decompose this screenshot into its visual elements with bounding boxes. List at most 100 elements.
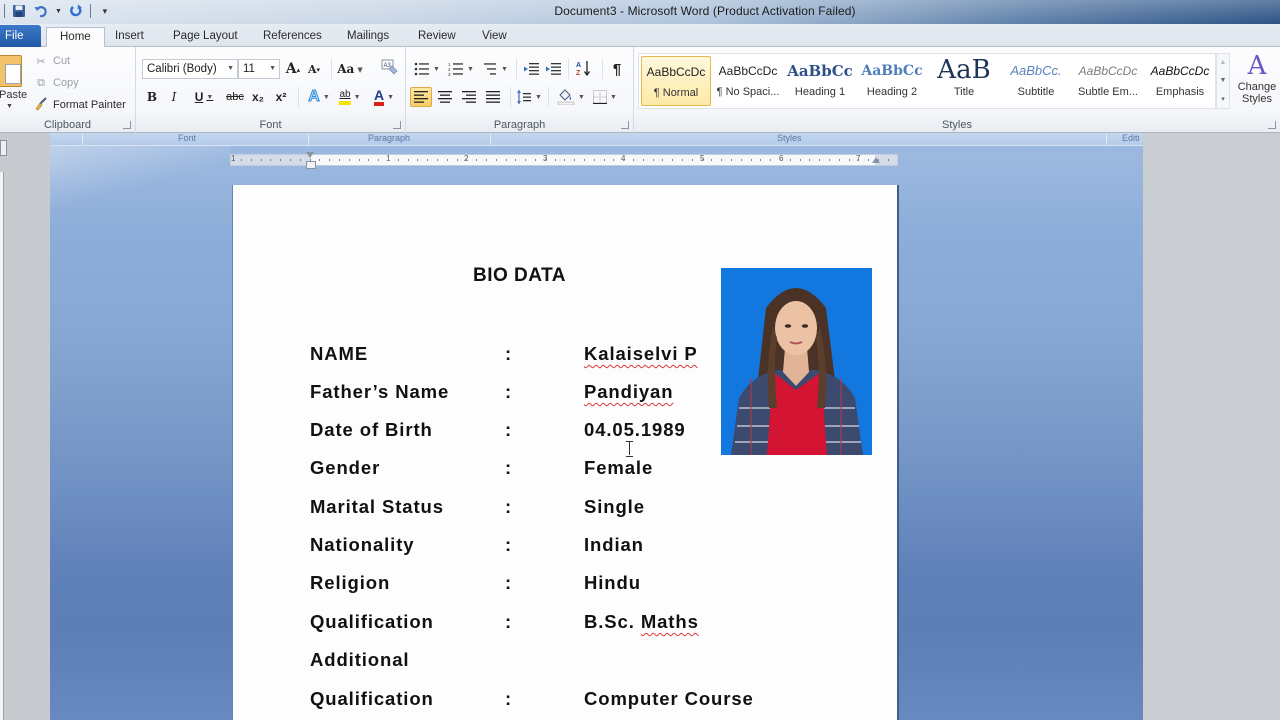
ruler-tick <box>868 159 870 161</box>
tab-file[interactable]: File <box>0 25 41 47</box>
styles-dialog-launcher[interactable] <box>1268 121 1276 129</box>
paste-button[interactable]: Paste ▼ <box>0 53 27 115</box>
italic-button[interactable]: I <box>166 87 182 107</box>
bold-button[interactable]: B <box>144 87 160 107</box>
ruler-tick <box>466 159 468 161</box>
document-page[interactable]: BIO DATA NAME : Kalaiselvi P Father’s Na… <box>233 185 897 720</box>
ruler-tick <box>584 159 585 161</box>
horizontal-ruler[interactable]: 1 1 2 3 4 5 6 7 <box>230 154 898 166</box>
copy-button[interactable]: ⧉ Copy <box>34 74 79 92</box>
ruler-tick <box>358 159 360 161</box>
ruler-tick <box>544 159 546 161</box>
font-name-combobox[interactable]: Calibri (Body) ▼ <box>142 59 238 79</box>
ruler-tick <box>515 159 517 161</box>
cut-label: Cut <box>53 55 71 67</box>
line-spacing-button[interactable]: ▼ <box>516 87 542 107</box>
tab-page-layout[interactable]: Page Layout <box>164 27 247 47</box>
font-dialog-launcher[interactable] <box>393 121 401 129</box>
strip-font-label: Font <box>178 133 197 143</box>
profile-photo[interactable] <box>721 268 872 455</box>
copy-icon: ⧉ <box>37 76 45 89</box>
ruler-tick <box>476 159 478 161</box>
paste-dropdown-icon[interactable]: ▼ <box>6 103 13 110</box>
divider <box>490 134 491 145</box>
increase-indent-icon <box>546 63 561 75</box>
spelling-flagged-text: Maths <box>640 611 699 632</box>
change-case-button[interactable]: Aa ▼ <box>336 59 364 79</box>
field-value: Hindu <box>584 572 641 593</box>
sort-button[interactable]: AZ <box>574 58 594 78</box>
ruler-tick <box>368 159 370 161</box>
strikethrough-button[interactable]: abc <box>225 87 245 107</box>
ruler-toggle-button[interactable] <box>0 140 7 156</box>
text-effects-button[interactable]: A ▼ <box>306 87 332 107</box>
tab-home[interactable]: Home <box>46 27 105 48</box>
underline-button[interactable]: U ▼ <box>190 87 218 107</box>
align-center-button[interactable] <box>434 87 456 107</box>
superscript-button[interactable]: x² <box>272 87 290 107</box>
line-spacing-icon <box>517 90 532 104</box>
increase-indent-button[interactable] <box>544 59 562 79</box>
first-line-indent-marker[interactable] <box>306 152 316 169</box>
chevron-down-icon: ▼ <box>269 65 276 72</box>
decrease-indent-button[interactable] <box>522 59 540 79</box>
ruler-tick <box>770 159 772 161</box>
svg-text:A: A <box>576 62 581 69</box>
multilevel-list-button[interactable]: ▼ <box>480 59 510 79</box>
clear-formatting-button[interactable]: A3 <box>379 58 399 78</box>
field-value: Female <box>584 457 654 478</box>
sort-icon: AZ <box>576 61 591 77</box>
font-size-combobox[interactable]: 11 ▼ <box>238 59 280 79</box>
change-case-icon: Aa <box>337 62 355 76</box>
chevron-down-icon: ▼ <box>227 65 234 72</box>
show-formatting-marks-button[interactable]: ¶ <box>608 59 626 79</box>
pilcrow-icon: ¶ <box>612 60 622 78</box>
ruler-tick <box>495 159 497 161</box>
ruler-tick <box>662 159 664 161</box>
tab-view[interactable]: View <box>473 27 516 47</box>
tab-review[interactable]: Review <box>409 27 465 47</box>
format-painter-button[interactable]: Format Painter <box>34 96 126 114</box>
font-color-button[interactable]: A ▼ <box>370 87 398 107</box>
field-value: Pandiyan <box>584 381 673 403</box>
field-colon: : <box>505 419 513 440</box>
ruler-tick <box>701 159 703 161</box>
field-colon: : <box>505 534 513 555</box>
align-left-button[interactable] <box>410 87 432 107</box>
grow-font-button[interactable]: A ▴ <box>284 59 302 79</box>
paragraph-dialog-launcher[interactable] <box>621 121 629 129</box>
ruler-tick <box>554 159 556 161</box>
shrink-font-button[interactable]: A ▾ <box>306 59 322 79</box>
ruler-tick <box>505 159 507 161</box>
highlight-button[interactable]: ab ▼ <box>336 87 364 107</box>
field-value: B.Sc. Maths <box>584 611 699 633</box>
borders-button[interactable]: ▼ <box>590 87 620 107</box>
field-colon: : <box>505 572 513 593</box>
cut-button[interactable]: ✂ Cut <box>34 52 70 70</box>
field-label: Date of Birth <box>310 419 433 440</box>
ruler-tick <box>731 159 732 161</box>
ruler-tick <box>456 159 458 161</box>
tab-mailings[interactable]: Mailings <box>338 27 398 47</box>
ruler-tick <box>887 159 889 161</box>
right-panel <box>1143 133 1280 720</box>
bullets-button[interactable]: ▼ <box>412 59 442 79</box>
shading-button[interactable]: ▼ <box>556 87 586 107</box>
ruler-tick <box>299 159 301 161</box>
strip-editing-label: Editi <box>1122 133 1140 143</box>
right-indent-marker[interactable] <box>872 157 880 163</box>
align-right-button[interactable] <box>458 87 480 107</box>
ruler-tick <box>613 159 615 161</box>
ruler-tick <box>672 159 674 161</box>
collapsed-ribbon-strip: Font Paragraph Styles Editi <box>50 133 1143 146</box>
ruler-tick <box>623 159 625 161</box>
tab-insert[interactable]: Insert <box>106 27 153 47</box>
field-value: Kalaiselvi P <box>584 343 698 365</box>
clipboard-dialog-launcher[interactable] <box>123 121 131 129</box>
numbering-button[interactable]: 1 2 3 ▼ <box>446 59 476 79</box>
paragraph-group-label: Paragraph <box>493 119 546 131</box>
tab-references[interactable]: References <box>254 27 331 47</box>
subscript-button[interactable]: x₂ <box>249 87 267 107</box>
justify-button[interactable] <box>482 87 504 107</box>
font-name-value: Calibri (Body) <box>147 63 217 75</box>
